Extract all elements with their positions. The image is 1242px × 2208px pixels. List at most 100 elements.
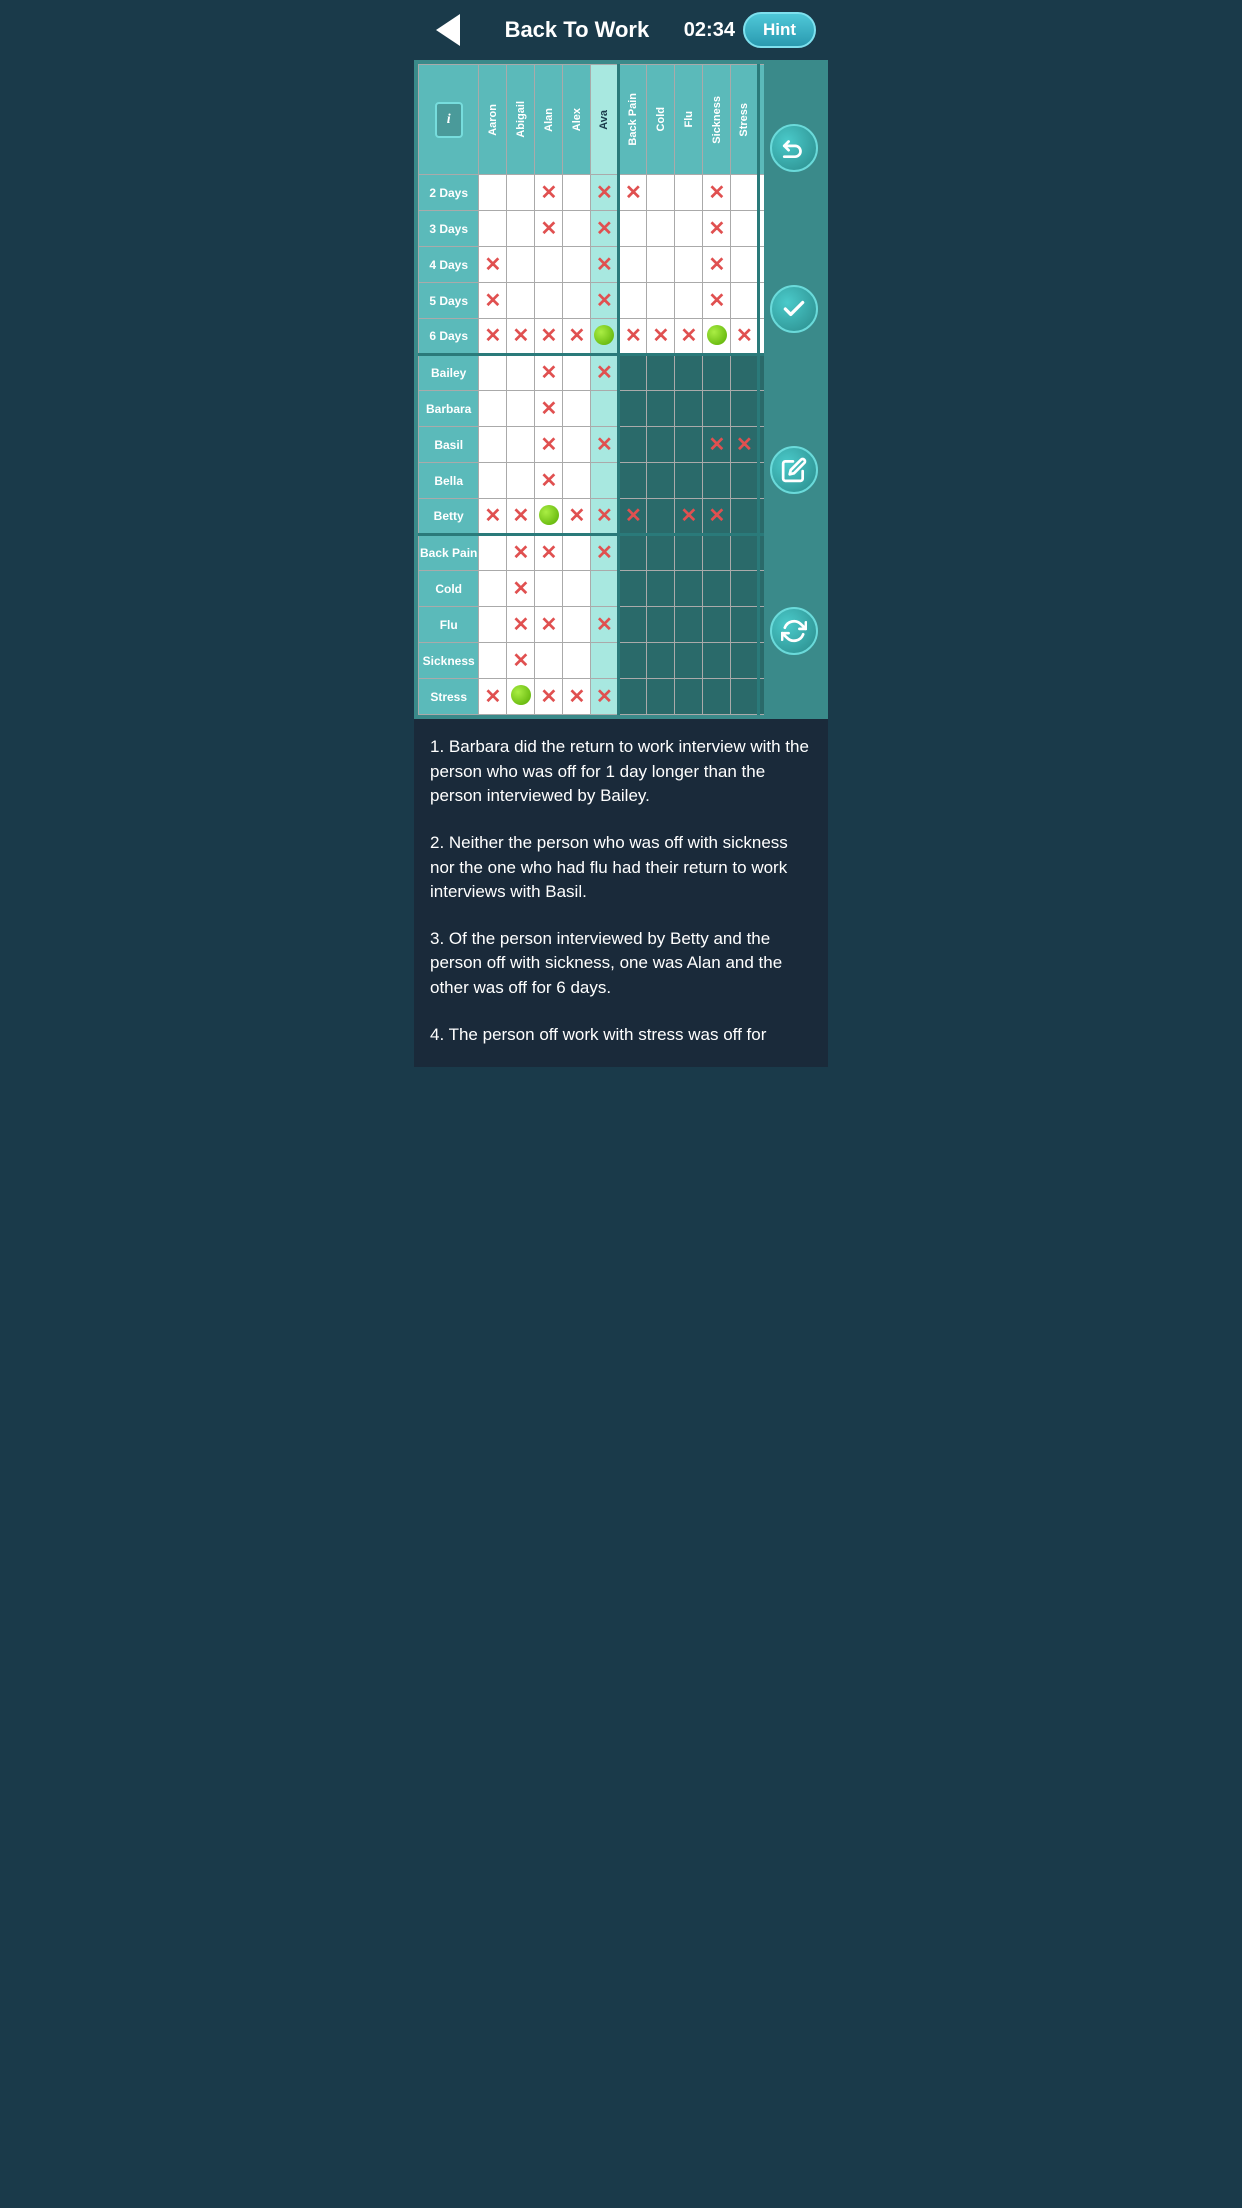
cell-bella-alan[interactable]: ✕ [535,463,563,499]
cell-4days-abigail[interactable] [507,247,535,283]
cell-sickness-ava[interactable] [591,643,619,679]
cell-barbara-alan[interactable]: ✕ [535,391,563,427]
cell-cold-flu[interactable] [675,571,703,607]
cell-3days-stress[interactable] [731,211,759,247]
check-button[interactable] [770,285,818,333]
cell-4days-aaron[interactable]: ✕ [479,247,507,283]
cell-sickness-stress[interactable] [731,643,759,679]
cell-bailey-stress[interactable] [731,355,759,391]
cell-flu-aaron[interactable] [479,607,507,643]
back-button[interactable] [426,8,470,52]
cell-6days-flu[interactable]: ✕ [675,319,703,355]
cell-backpain-cold[interactable] [647,535,675,571]
cell-3days-ava[interactable]: ✕ [591,211,619,247]
cell-2days-sickness[interactable]: ✕ [703,175,731,211]
cell-5days-alan[interactable] [535,283,563,319]
cell-bella-ava[interactable] [591,463,619,499]
cell-4days-backpain[interactable] [619,247,647,283]
cell-flu-cold[interactable] [647,607,675,643]
cell-sickness-cold[interactable] [647,643,675,679]
cell-4days-alan[interactable] [535,247,563,283]
cell-backpain-flu[interactable] [675,535,703,571]
cell-bella-aaron[interactable] [479,463,507,499]
cell-4days-cold[interactable] [647,247,675,283]
cell-2days-stress[interactable] [731,175,759,211]
cell-barbara-alex[interactable] [563,391,591,427]
cell-flu-sickness[interactable] [703,607,731,643]
cell-5days-alex[interactable] [563,283,591,319]
cell-basil-sickness[interactable]: ✕ [703,427,731,463]
cell-5days-stress[interactable] [731,283,759,319]
cell-cold-stress[interactable] [731,571,759,607]
cell-backpain-alan[interactable]: ✕ [535,535,563,571]
cell-cold-backpain[interactable] [619,571,647,607]
cell-6days-alex[interactable]: ✕ [563,319,591,355]
cell-2days-alan[interactable]: ✕ [535,175,563,211]
cell-sickness-flu[interactable] [675,643,703,679]
cell-bailey-cold[interactable] [647,355,675,391]
cell-backpain-backpain[interactable] [619,535,647,571]
cell-6days-abigail[interactable]: ✕ [507,319,535,355]
cell-3days-abigail[interactable] [507,211,535,247]
cell-stress-cold[interactable] [647,679,675,715]
cell-bella-alex[interactable] [563,463,591,499]
cell-flu-stress[interactable] [731,607,759,643]
cell-backpain-aaron[interactable] [479,535,507,571]
cell-stress-ava[interactable]: ✕ [591,679,619,715]
cell-flu-alan[interactable]: ✕ [535,607,563,643]
cell-2days-cold[interactable] [647,175,675,211]
cell-bailey-backpain[interactable] [619,355,647,391]
cell-bailey-sickness[interactable] [703,355,731,391]
cell-6days-cold[interactable]: ✕ [647,319,675,355]
cell-4days-flu[interactable] [675,247,703,283]
cell-4days-ava[interactable]: ✕ [591,247,619,283]
cell-betty-cold[interactable] [647,499,675,535]
cell-3days-aaron[interactable] [479,211,507,247]
cell-betty-backpain[interactable]: ✕ [619,499,647,535]
cell-6days-backpain[interactable]: ✕ [619,319,647,355]
cell-flu-abigail[interactable]: ✕ [507,607,535,643]
cell-barbara-backpain[interactable] [619,391,647,427]
cell-bella-stress[interactable] [731,463,759,499]
cell-betty-alex[interactable]: ✕ [563,499,591,535]
cell-stress-backpain[interactable] [619,679,647,715]
cell-bailey-flu[interactable] [675,355,703,391]
cell-3days-flu[interactable] [675,211,703,247]
cell-5days-aaron[interactable]: ✕ [479,283,507,319]
cell-cold-cold[interactable] [647,571,675,607]
cell-4days-sickness[interactable]: ✕ [703,247,731,283]
refresh-button[interactable] [770,607,818,655]
cell-flu-alex[interactable] [563,607,591,643]
cell-barbara-ava[interactable] [591,391,619,427]
cell-barbara-abigail[interactable] [507,391,535,427]
cell-barbara-cold[interactable] [647,391,675,427]
cell-2days-backpain[interactable]: ✕ [619,175,647,211]
cell-flu-ava[interactable]: ✕ [591,607,619,643]
cell-basil-ava[interactable]: ✕ [591,427,619,463]
cell-sickness-sickness[interactable] [703,643,731,679]
cell-stress-abigail[interactable] [507,679,535,715]
cell-sickness-alan[interactable] [535,643,563,679]
cell-barbara-flu[interactable] [675,391,703,427]
cell-basil-alex[interactable] [563,427,591,463]
cell-3days-alex[interactable] [563,211,591,247]
cell-5days-backpain[interactable] [619,283,647,319]
cell-5days-ava[interactable]: ✕ [591,283,619,319]
cell-bella-backpain[interactable] [619,463,647,499]
cell-basil-alan[interactable]: ✕ [535,427,563,463]
cell-stress-aaron[interactable]: ✕ [479,679,507,715]
cell-sickness-aaron[interactable] [479,643,507,679]
cell-bella-sickness[interactable] [703,463,731,499]
cell-betty-abigail[interactable]: ✕ [507,499,535,535]
cell-stress-sickness[interactable] [703,679,731,715]
cell-bella-flu[interactable] [675,463,703,499]
cell-betty-alan[interactable] [535,499,563,535]
cell-backpain-abigail[interactable]: ✕ [507,535,535,571]
cell-bella-abigail[interactable] [507,463,535,499]
cell-4days-stress[interactable] [731,247,759,283]
cell-backpain-stress[interactable] [731,535,759,571]
cell-2days-ava[interactable]: ✕ [591,175,619,211]
cell-betty-stress[interactable] [731,499,759,535]
cell-cold-alex[interactable] [563,571,591,607]
cell-cold-abigail[interactable]: ✕ [507,571,535,607]
